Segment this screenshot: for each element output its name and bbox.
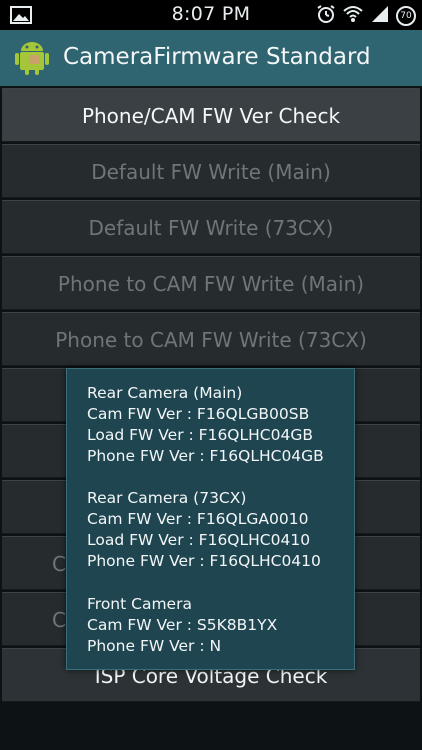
phone-cam-fw-ver-check-button[interactable]: Phone/CAM FW Ver Check <box>2 88 420 142</box>
fw-version-popup[interactable]: Rear Camera (Main) Cam FW Ver : F16QLGB0… <box>66 368 355 670</box>
rear-main-title: Rear Camera (Main) <box>87 384 243 402</box>
rear-73cx-load-fw: Load FW Ver : F16QLHC0410 <box>87 531 311 549</box>
rear-73cx-phone-fw: Phone FW Ver : F16QLHC0410 <box>87 552 321 570</box>
rear-73cx-cam-fw: Cam FW Ver : F16QLGA0010 <box>87 510 309 528</box>
action-bar: CameraFirmware Standard <box>0 30 422 86</box>
alarm-icon <box>316 4 336 28</box>
default-fw-write-73cx-button[interactable]: Default FW Write (73CX) <box>2 200 420 254</box>
wifi-icon <box>342 4 364 28</box>
status-bar: 8:07 PM 70 <box>0 0 422 30</box>
rear-main-cam-fw: Cam FW Ver : F16QLGB00SB <box>87 405 310 423</box>
front-phone-fw: Phone FW Ver : N <box>87 637 222 655</box>
phone-to-cam-fw-write-main-button[interactable]: Phone to CAM FW Write (Main) <box>2 256 420 310</box>
battery-icon: 70 <box>396 6 416 26</box>
rear-main-phone-fw: Phone FW Ver : F16QLHC04GB <box>87 447 324 465</box>
front-cam-fw: Cam FW Ver : S5K8B1YX <box>87 616 278 634</box>
signal-icon <box>370 4 390 28</box>
app-title: CameraFirmware Standard <box>63 44 371 70</box>
default-fw-write-main-button[interactable]: Default FW Write (Main) <box>2 144 420 198</box>
phone-to-cam-fw-write-73cx-button[interactable]: Phone to CAM FW Write (73CX) <box>2 312 420 366</box>
rear-73cx-title: Rear Camera (73CX) <box>87 489 247 507</box>
android-icon <box>14 40 50 80</box>
rear-main-load-fw: Load FW Ver : F16QLHC04GB <box>87 426 313 444</box>
front-title: Front Camera <box>87 595 192 613</box>
